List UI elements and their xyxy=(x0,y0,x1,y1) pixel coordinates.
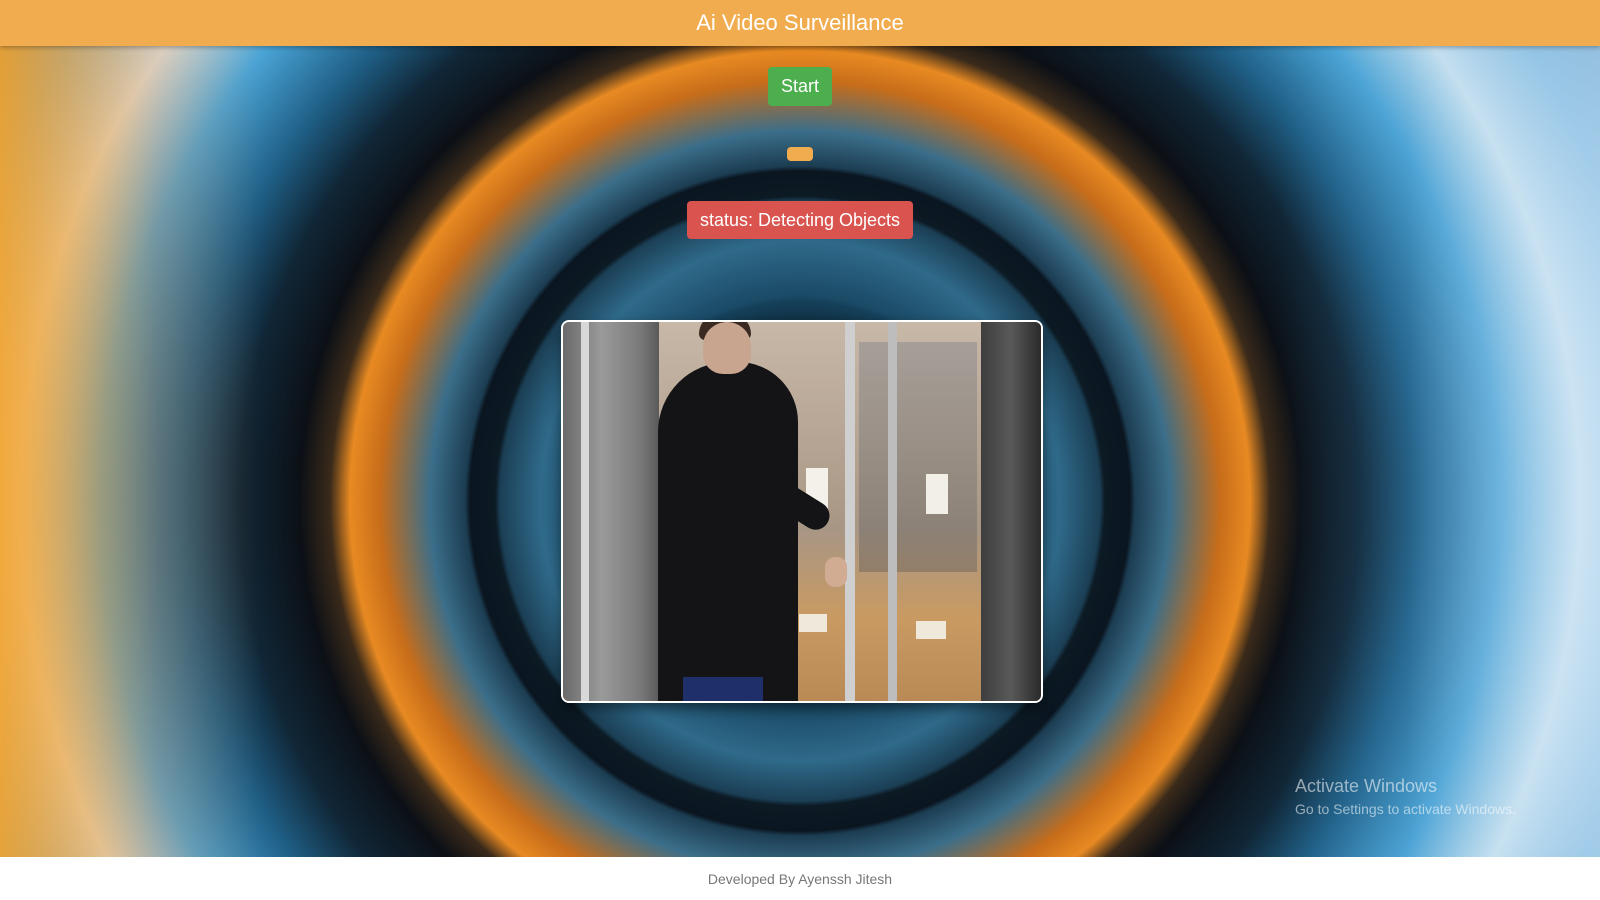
status-text: status: Detecting Objects xyxy=(699,209,901,230)
video-feed xyxy=(563,322,1041,701)
watermark-title: Activate Windows xyxy=(1295,776,1438,796)
page-footer: Developed By Ayenssh Jitesh xyxy=(0,857,1600,900)
page-title: Ai Video Surveillance xyxy=(696,10,904,35)
app-header: Ai Video Surveillance xyxy=(0,0,1600,46)
watermark-subtitle: Go to Settings to activate Windows. xyxy=(1295,801,1516,817)
video-feed-frame xyxy=(561,320,1043,703)
windows-activation-watermark: Activate Windows Go to Settings to activ… xyxy=(1295,776,1516,817)
recording-indicator xyxy=(787,147,813,161)
start-button[interactable]: Start xyxy=(768,67,832,106)
footer-credit: Developed By Ayenssh Jitesh xyxy=(707,870,893,887)
status-badge: status: Detecting Objects xyxy=(687,201,913,239)
